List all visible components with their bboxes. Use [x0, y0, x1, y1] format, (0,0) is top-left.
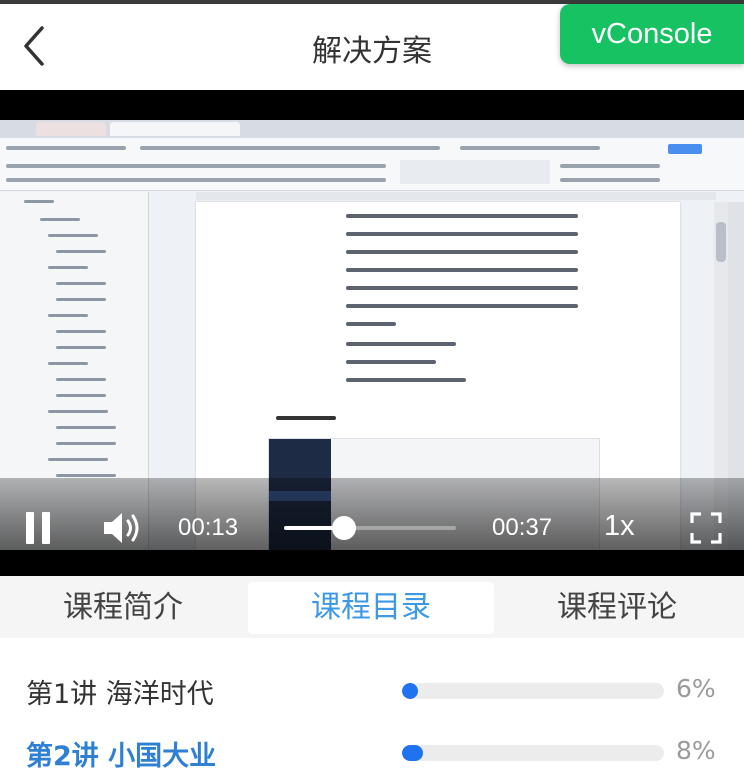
course-tabs: 课程简介 课程目录 课程评论 [0, 576, 744, 638]
lesson-progress-fill [402, 683, 418, 699]
outline-line [56, 330, 106, 333]
lesson-progress-bar [402, 683, 664, 699]
seek-bar[interactable] [284, 516, 456, 540]
video-frame-toolbar [0, 138, 744, 191]
outline-line [48, 266, 88, 269]
document-line [346, 342, 456, 346]
toolbar-line [6, 164, 386, 168]
toolbar-style-box [400, 160, 550, 184]
outline-line [56, 442, 116, 445]
document-line [346, 360, 436, 364]
volume-icon [104, 513, 139, 543]
document-line [346, 378, 466, 382]
document-line [346, 304, 578, 308]
video-player[interactable]: 00:13 00:37 1x [0, 90, 744, 576]
tab-course-catalog[interactable]: 课程目录 [248, 582, 494, 634]
video-frame-tab [110, 122, 240, 136]
duration-time: 00:37 [492, 514, 553, 541]
outline-line [48, 314, 88, 317]
lesson-title: 第1讲 海洋时代 [26, 679, 214, 710]
toolbar-line [6, 178, 386, 182]
lesson-progress-percent: 8% [676, 736, 716, 765]
toolbar-button-shape [668, 144, 702, 154]
lesson-item[interactable]: 第2讲 小国大业 8% [0, 720, 744, 784]
outline-line [24, 200, 54, 203]
toolbar-line [460, 146, 600, 150]
document-line [346, 214, 578, 218]
tab-course-comments[interactable]: 课程评论 [494, 582, 740, 634]
outline-line [56, 426, 116, 429]
document-heading-line [276, 416, 336, 420]
pause-icon [42, 512, 50, 544]
outline-line [40, 218, 80, 221]
vconsole-button[interactable]: vConsole [560, 4, 744, 64]
video-frame-titlebar [0, 120, 744, 138]
lesson-title: 第2讲 小国大业 [26, 741, 217, 772]
document-line [346, 250, 578, 254]
toolbar-line [6, 146, 126, 150]
outline-line [56, 250, 106, 253]
outline-line [56, 346, 106, 349]
video-frame-scroll-thumb [716, 222, 726, 262]
pause-button[interactable] [26, 512, 54, 544]
toolbar-line [140, 146, 440, 150]
lesson-item[interactable]: 第1讲 海洋时代 6% [0, 658, 744, 722]
outline-line [56, 282, 106, 285]
current-time: 00:13 [178, 514, 239, 541]
outline-line [56, 474, 116, 477]
outline-line [48, 458, 108, 461]
document-line [346, 268, 578, 272]
video-frame-tab [36, 122, 106, 136]
playback-speed-button[interactable]: 1x [604, 510, 635, 543]
document-line [346, 232, 578, 236]
video-controls: 00:13 00:37 1x [0, 478, 744, 576]
lesson-progress-percent: 6% [676, 674, 716, 703]
seek-handle[interactable] [332, 516, 357, 540]
outline-line [48, 234, 98, 237]
volume-button[interactable] [102, 508, 144, 548]
fullscreen-icon [690, 512, 722, 544]
fullscreen-button[interactable] [690, 512, 722, 544]
video-frame-ruler [196, 192, 716, 200]
document-line [346, 286, 578, 290]
outline-line [56, 298, 106, 301]
tab-course-intro[interactable]: 课程简介 [0, 582, 246, 634]
lesson-progress-fill [402, 745, 423, 761]
toolbar-line [560, 164, 660, 168]
outline-line [56, 378, 106, 381]
pause-icon [26, 512, 34, 544]
outline-line [48, 410, 108, 413]
toolbar-line [560, 178, 660, 182]
lesson-progress-bar [402, 745, 664, 761]
outline-line [56, 394, 106, 397]
document-line [346, 322, 396, 326]
outline-line [48, 362, 88, 365]
